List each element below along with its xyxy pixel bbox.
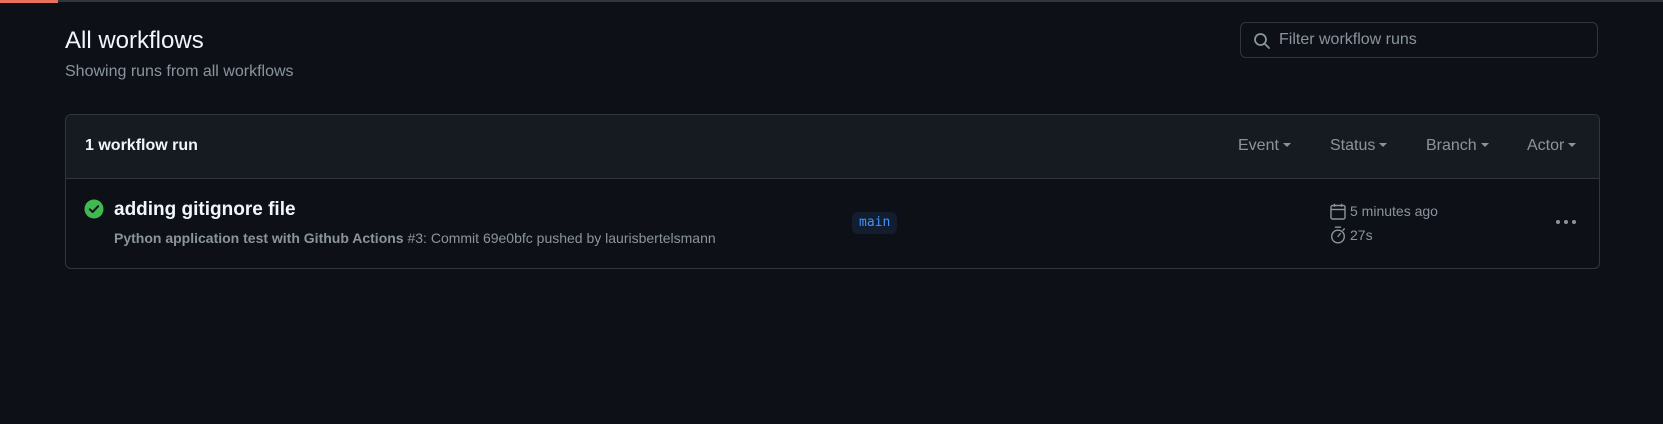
branch-label[interactable]: main [852, 212, 898, 234]
search-icon [1254, 33, 1270, 49]
top-divider [0, 0, 1663, 2]
filter-workflow-runs-input[interactable] [1279, 23, 1589, 57]
status-filter-dropdown[interactable]: Status [1330, 137, 1388, 155]
duration-text: 27s [1350, 227, 1373, 243]
chevron-down-icon [1282, 142, 1291, 147]
stopwatch-icon [1330, 226, 1346, 244]
check-circle-fill-icon [84, 199, 104, 219]
chevron-down-icon [1379, 142, 1388, 147]
calendar-icon [1330, 203, 1346, 220]
chevron-down-icon [1568, 142, 1577, 147]
branch-filter-dropdown[interactable]: Branch [1426, 137, 1489, 155]
runs-list-header: 1 workflow run Event Status Branch Actor [66, 115, 1599, 179]
page-title: All workflows [65, 27, 204, 54]
page-load-progress-bar [0, 0, 58, 3]
filter-search-box[interactable] [1240, 22, 1598, 58]
workflow-run-title-link[interactable]: adding gitignore file [114, 199, 296, 221]
status-filter-label: Status [1330, 137, 1376, 154]
event-filter-label: Event [1238, 137, 1279, 154]
actor-filter-dropdown[interactable]: Actor [1527, 137, 1577, 155]
workflow-name: Python application test with Github Acti… [114, 230, 404, 246]
workflow-run-row[interactable] [66, 179, 1599, 268]
run-duration: 27s [1330, 226, 1373, 245]
time-ago-text: 5 minutes ago [1350, 203, 1438, 219]
actor-filter-label: Actor [1527, 137, 1565, 154]
workflow-run-details: #3: Commit 69e0bfc pushed by laurisberte… [403, 230, 716, 246]
workflow-run-meta: Python application test with Github Acti… [114, 230, 716, 246]
chevron-down-icon [1480, 142, 1489, 147]
run-timestamp: 5 minutes ago [1330, 203, 1438, 221]
kebab-horizontal-icon[interactable] [1552, 212, 1580, 232]
event-filter-dropdown[interactable]: Event [1238, 137, 1291, 155]
branch-filter-label: Branch [1426, 137, 1477, 154]
workflow-run-count: 1 workflow run [85, 137, 198, 154]
page-subtitle: Showing runs from all workflows [65, 63, 294, 80]
